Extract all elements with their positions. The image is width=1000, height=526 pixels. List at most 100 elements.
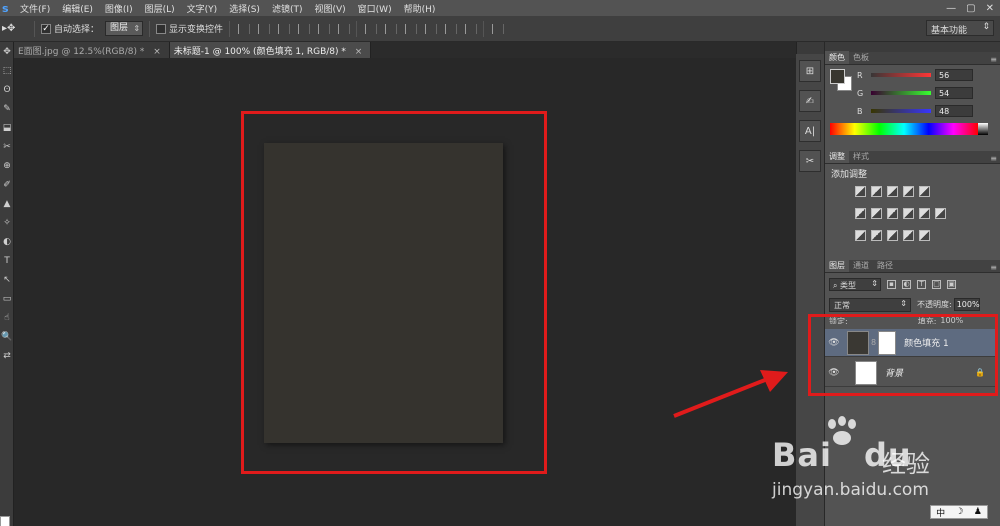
gradient-map-icon[interactable] — [903, 230, 914, 241]
brush-presets-icon[interactable]: ✍ — [799, 90, 821, 112]
shape-tool-icon[interactable]: ▭ — [0, 289, 14, 308]
posterize-icon[interactable] — [871, 230, 882, 241]
distribute-vcenter-icon[interactable] — [385, 23, 398, 34]
brush-tool-icon[interactable]: ✐ — [0, 175, 14, 194]
panel-menu-icon[interactable]: ≡ — [990, 55, 1000, 64]
history-panel-icon[interactable]: ⊞ — [799, 60, 821, 82]
shape-filter-icon[interactable]: ▢ — [932, 279, 941, 289]
document-window[interactable] — [14, 58, 796, 526]
distribute-left-icon[interactable] — [425, 23, 438, 34]
tab-swatches[interactable]: 色板 — [849, 51, 873, 64]
minimize-button[interactable]: — — [946, 3, 956, 14]
layer-kind-filter[interactable]: ⌕ 类型 — [829, 277, 881, 291]
stamp-tool-icon[interactable]: ▲ — [0, 194, 14, 213]
pixel-filter-icon[interactable]: ▪ — [887, 279, 896, 289]
red-slider[interactable] — [871, 73, 931, 77]
tab-styles[interactable]: 样式 — [849, 150, 873, 163]
tab-color[interactable]: 颜色 — [825, 51, 849, 64]
ime-moon-icon[interactable]: ☽ — [955, 507, 963, 517]
hand-tool-icon[interactable]: ☝ — [0, 308, 14, 327]
menu-select[interactable]: 选择(S) — [223, 2, 266, 15]
menu-help[interactable]: 帮助(H) — [398, 2, 442, 15]
healing-tool-icon[interactable]: ⊕ — [0, 156, 14, 175]
tab-layers[interactable]: 图层 — [825, 259, 849, 272]
channel-mixer-icon[interactable] — [919, 208, 930, 219]
grayscale-ramp[interactable] — [978, 123, 988, 135]
maximize-button[interactable]: ▢ — [966, 3, 975, 14]
color-lookup-icon[interactable] — [935, 208, 946, 219]
menu-filter[interactable]: 滤镜(T) — [266, 2, 309, 15]
menu-window[interactable]: 窗口(W) — [352, 2, 398, 15]
align-top-icon[interactable] — [238, 23, 251, 34]
auto-align-icon[interactable] — [492, 23, 505, 34]
show-transform-checkbox[interactable]: 显示变换控件 — [156, 22, 223, 35]
adjustment-filter-icon[interactable]: ◐ — [902, 279, 911, 289]
invert-icon[interactable] — [855, 230, 866, 241]
marquee-tool-icon[interactable]: ⬚ — [0, 61, 14, 80]
green-value-field[interactable]: 54 — [935, 87, 973, 99]
tab-paths[interactable]: 路径 — [873, 259, 897, 272]
workspace-switcher[interactable]: 基本功能 — [926, 20, 994, 36]
ime-language-toggle[interactable]: 中 — [936, 506, 945, 519]
type-filter-icon[interactable]: T — [917, 279, 926, 289]
curves-icon[interactable] — [887, 186, 898, 197]
blend-mode-dropdown[interactable]: 正常 — [829, 297, 911, 312]
tab-document-2[interactable]: 未标题-1 @ 100% (颜色填充 1, RGB/8) * × — [169, 42, 372, 58]
green-slider[interactable] — [871, 91, 931, 95]
brightness-icon[interactable] — [855, 186, 866, 197]
align-right-icon[interactable] — [338, 23, 351, 34]
type-tool-icon[interactable]: T — [0, 251, 14, 270]
black-white-icon[interactable] — [887, 208, 898, 219]
auto-select-checkbox[interactable]: ✓ 自动选择： — [41, 22, 99, 35]
threshold-icon[interactable] — [887, 230, 898, 241]
tab-channels[interactable]: 通道 — [849, 259, 873, 272]
close-icon[interactable]: × — [355, 47, 363, 57]
lasso-tool-icon[interactable]: ʘ — [0, 80, 14, 99]
blue-value-field[interactable]: 48 — [935, 105, 973, 117]
slice-tool-icon[interactable]: ✂ — [0, 137, 14, 156]
menu-layer[interactable]: 图层(L) — [139, 2, 181, 15]
align-bottom-icon[interactable] — [278, 23, 291, 34]
zoom-tool-icon[interactable]: 🔍 — [0, 327, 14, 346]
levels-icon[interactable] — [871, 186, 882, 197]
distribute-bottom-icon[interactable] — [405, 23, 418, 34]
menu-image[interactable]: 图像(I) — [99, 2, 139, 15]
close-icon[interactable]: × — [153, 47, 161, 57]
panel-menu-icon[interactable]: ≡ — [990, 263, 1000, 272]
blue-slider[interactable] — [871, 109, 931, 113]
smart-object-filter-icon[interactable]: ▣ — [947, 279, 956, 289]
menu-edit[interactable]: 编辑(E) — [56, 2, 99, 15]
close-button[interactable]: ✕ — [986, 3, 994, 14]
move-tool-icon[interactable]: ✥ — [0, 42, 14, 61]
foreground-color-swatch[interactable] — [0, 516, 10, 526]
dodge-tool-icon[interactable]: ◐ — [0, 232, 14, 251]
panel-menu-icon[interactable]: ≡ — [990, 154, 1000, 163]
red-value-field[interactable]: 56 — [935, 69, 973, 81]
crop-tool-icon[interactable]: ⬓ — [0, 118, 14, 137]
distribute-hcenter-icon[interactable] — [445, 23, 458, 34]
tab-adjustments[interactable]: 调整 — [825, 150, 849, 163]
menu-type[interactable]: 文字(Y) — [181, 2, 224, 15]
color-spectrum[interactable] — [830, 123, 978, 135]
align-left-icon[interactable] — [298, 23, 311, 34]
history-brush-tool-icon[interactable]: ✧ — [0, 213, 14, 232]
move-tool-preset-icon[interactable]: ▸✥ — [0, 23, 28, 34]
auto-select-target-dropdown[interactable]: 图层 — [105, 21, 144, 36]
menu-file[interactable]: 文件(F) — [14, 2, 56, 15]
path-select-tool-icon[interactable]: ↖ — [0, 270, 14, 289]
color-balance-icon[interactable] — [871, 208, 882, 219]
ime-user-icon[interactable]: ♟ — [974, 507, 982, 517]
hue-saturation-icon[interactable] — [855, 208, 866, 219]
exposure-icon[interactable] — [903, 186, 914, 197]
distribute-top-icon[interactable] — [365, 23, 378, 34]
distribute-right-icon[interactable] — [465, 23, 478, 34]
align-vcenter-icon[interactable] — [258, 23, 271, 34]
tab-document-1[interactable]: E面图.jpg @ 12.5%(RGB/8) * × — [14, 42, 170, 58]
character-panel-icon[interactable]: A| — [799, 120, 821, 142]
opacity-field[interactable]: 100% — [953, 298, 980, 311]
menu-view[interactable]: 视图(V) — [308, 2, 351, 15]
selective-color-icon[interactable] — [919, 230, 930, 241]
tool-presets-icon[interactable]: ✂ — [799, 150, 821, 172]
vibrance-icon[interactable] — [919, 186, 930, 197]
foreground-color-swatch[interactable] — [830, 69, 845, 84]
